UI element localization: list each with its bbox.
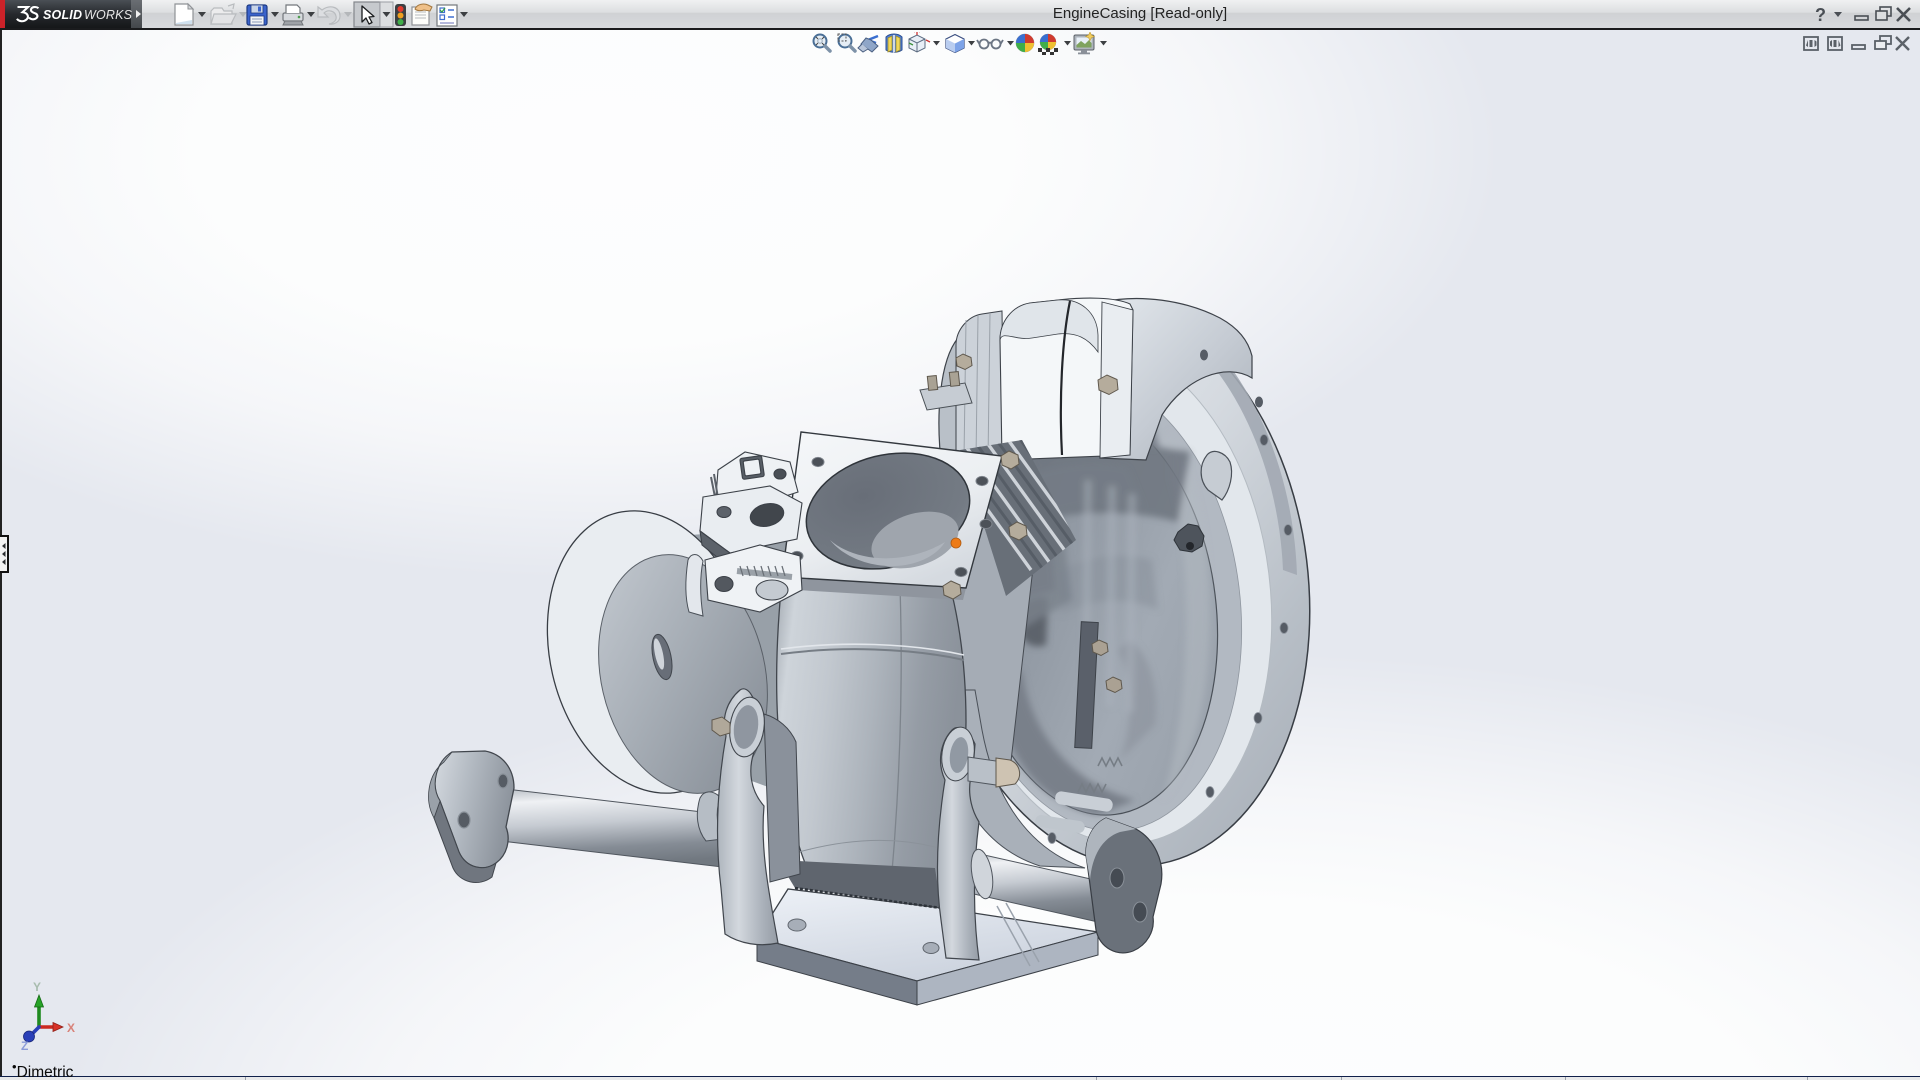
svg-text:SOLID: SOLID — [43, 8, 82, 22]
svg-text:WORKS: WORKS — [84, 8, 133, 22]
svg-text:Y: Y — [33, 980, 41, 994]
svg-text:Z: Z — [21, 1039, 28, 1053]
svg-text:?: ? — [1815, 5, 1826, 25]
svg-text:X: X — [67, 1021, 75, 1035]
